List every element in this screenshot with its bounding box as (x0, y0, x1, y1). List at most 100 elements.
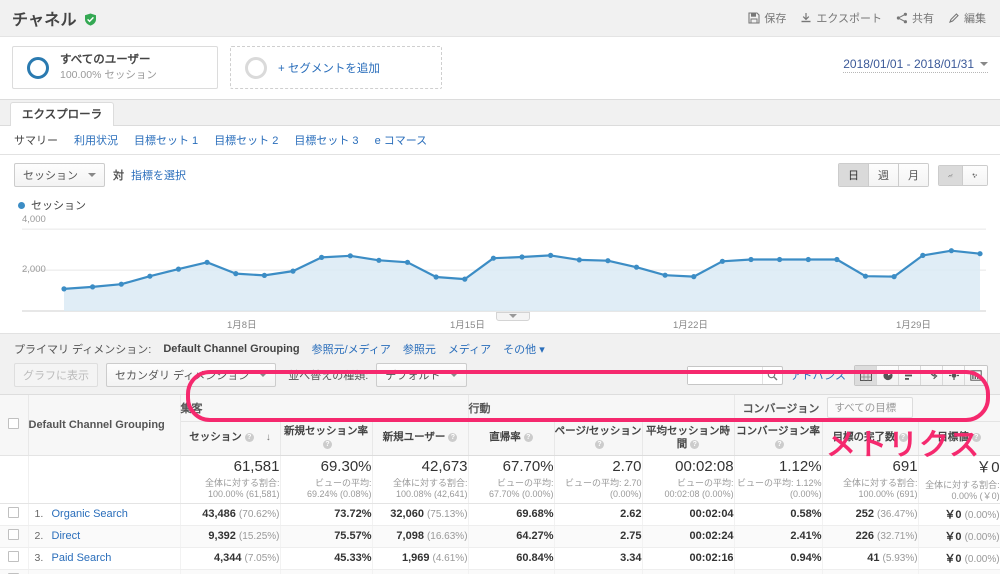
secondary-dimension-select[interactable]: セカンダリ ディメンション (106, 363, 277, 387)
cell-percent: (75.13%) (426, 509, 468, 521)
subtab-goalset-2[interactable]: 目標セット 2 (214, 132, 278, 148)
select-secondary-metric-link[interactable]: 指標を選択 (131, 167, 186, 183)
date-range-picker[interactable]: 2018/01/01 - 2018/01/31 (843, 57, 988, 73)
dimension-column-header[interactable]: Default Channel Grouping (28, 395, 181, 456)
sort-type-select[interactable]: デフォルト (376, 363, 468, 387)
metric-select[interactable]: セッション (14, 163, 105, 187)
column-header-conversion-rate[interactable]: コンバージョン率? (734, 421, 823, 456)
save-button[interactable]: 保存 (748, 10, 786, 26)
dimension-link-source-medium[interactable]: 参照元/メディア (312, 341, 391, 357)
help-icon[interactable]: ? (244, 432, 254, 442)
row-channel-link[interactable]: Organic Search (52, 508, 128, 520)
chevron-down-icon (259, 373, 268, 377)
column-header-avg-session-duration[interactable]: 平均セッション時間? (642, 421, 735, 456)
subtab-goalset-3[interactable]: 目標セット 3 (294, 132, 358, 148)
granularity-week[interactable]: 週 (869, 164, 899, 186)
row-dimension-cell: 3. Paid Search (28, 547, 181, 570)
goal-select-value: すべての目標 (834, 402, 897, 415)
verified-shield-icon (84, 13, 97, 26)
dimension-link-source[interactable]: 参照元 (403, 341, 436, 357)
help-icon[interactable]: ? (595, 439, 605, 449)
primary-dimension-label: プライマリ ディメンション: (14, 344, 152, 356)
cell-value: 2.62 (620, 508, 642, 521)
pivot-view-icon[interactable] (943, 365, 965, 385)
column-header-sessions[interactable]: セッション? ↓ (180, 421, 281, 456)
help-icon[interactable]: ? (690, 439, 700, 449)
dimension-link-medium[interactable]: メディア (448, 341, 491, 357)
segment-sublabel: 100.00% セッション (60, 69, 157, 82)
segment-text: すべてのユーザー 100.00% セッション (60, 53, 157, 83)
subtab-goalset-1[interactable]: 目標セット 1 (134, 132, 198, 148)
row-channel-link[interactable]: Direct (52, 530, 81, 542)
help-icon[interactable]: ? (523, 433, 533, 443)
share-button[interactable]: 共有 (896, 10, 934, 26)
add-segment-ring-icon (245, 56, 267, 79)
help-icon[interactable]: ? (775, 439, 785, 449)
cell-percent: (32.71%) (876, 531, 918, 543)
help-icon[interactable]: ? (448, 433, 458, 443)
cell-value: 0.58% (790, 508, 822, 521)
term-cloud-view-icon[interactable] (965, 365, 987, 385)
export-button[interactable]: エクスポート (800, 10, 882, 26)
row-checkbox[interactable] (8, 507, 20, 519)
sort-type-label: 並べ替えの種類: (288, 370, 369, 382)
column-header-goal-completions[interactable]: 目標の完了数? (822, 421, 919, 456)
subtab-ecommerce[interactable]: e コマース (375, 132, 428, 148)
cell-value: 41 (867, 552, 880, 565)
row-checkbox[interactable] (8, 529, 20, 541)
goal-select[interactable]: すべての目標 (827, 397, 914, 419)
select-all-checkbox[interactable] (8, 417, 20, 429)
channels-table: Default Channel Grouping 集客 行動 コンバージョン す… (0, 394, 1000, 574)
column-header-bounce-rate[interactable]: 直帰率? (468, 421, 555, 456)
row-checkbox[interactable] (8, 551, 20, 563)
pie-view-icon[interactable] (877, 365, 899, 385)
summary-checkbox-cell (0, 455, 29, 504)
performance-view-icon[interactable] (899, 365, 921, 385)
segment-all-users[interactable]: すべてのユーザー 100.00% セッション (12, 46, 218, 89)
help-icon[interactable]: ? (971, 433, 981, 443)
row-channel-link[interactable]: Paid Search (52, 552, 112, 564)
cell-percent: (36.47%) (876, 509, 918, 521)
tab-explorer[interactable]: エクスプローラ (10, 102, 115, 126)
chevron-down-icon (88, 173, 96, 177)
dimension-link-other[interactable]: その他 ▾ (503, 341, 545, 357)
subtab-usage[interactable]: 利用状況 (74, 132, 118, 148)
advanced-filter-link[interactable]: アドバンス (791, 367, 846, 383)
comparison-view-icon[interactable] (921, 365, 943, 385)
column-header-new-users[interactable]: 新規ユーザー? (372, 421, 469, 456)
granularity-day[interactable]: 日 (839, 164, 869, 186)
add-segment-button[interactable]: + セグメントを追加 (230, 46, 442, 89)
help-icon[interactable]: ? (323, 439, 332, 449)
cell-value: 64.27% (516, 530, 554, 543)
cell-goal-completions: 252 (36.47%) (822, 503, 919, 526)
table-row: 2. Direct 9,392 (15.25%) 75.57% 7,098 (16.63%)… (0, 525, 1000, 548)
table-view-icon[interactable] (855, 365, 877, 385)
search-input[interactable] (687, 366, 762, 384)
row-checkbox-cell[interactable] (0, 525, 29, 548)
search-icon[interactable] (761, 366, 782, 384)
edit-button[interactable]: 編集 (948, 10, 986, 26)
granularity-month[interactable]: 月 (899, 164, 928, 186)
row-checkbox-cell[interactable] (0, 503, 29, 526)
column-header-goal-value[interactable]: 目標値? (918, 421, 1000, 456)
table-search-box[interactable] (686, 365, 783, 385)
sort-descending-icon: ↓ (265, 432, 271, 444)
select-all-checkbox-cell[interactable] (0, 395, 29, 456)
sort-type-value: デフォルト (385, 370, 441, 382)
help-icon[interactable]: ? (898, 433, 908, 443)
column-header-new-session-rate[interactable]: 新規セッション率? (280, 421, 373, 456)
summary-bounce-rate: 67.70% ビューの平均: 67.70% (0.00%) (468, 455, 555, 504)
cell-pages-per-session: 2.62 (554, 503, 643, 526)
x-tick-jan8: 1月8日 (227, 320, 257, 331)
plot-rows-button[interactable]: グラフに表示 (14, 363, 98, 387)
subtab-summary[interactable]: サマリー (14, 132, 58, 148)
table-body: 1. Organic Search 43,486 (70.62%) 73.72% 32,0… (0, 503, 1000, 574)
line-chart-icon[interactable] (939, 165, 963, 185)
motion-chart-icon[interactable] (963, 165, 987, 185)
row-checkbox-cell[interactable] (0, 547, 29, 570)
cell-sessions: 9,392 (15.25%) (180, 525, 281, 548)
row-index: 1. (34, 508, 44, 521)
row-checkbox-cell[interactable] (0, 569, 29, 574)
column-header-pages-per-session[interactable]: ページ/セッション? (554, 421, 643, 456)
cell-bounce-rate: 60.84% (468, 547, 555, 570)
